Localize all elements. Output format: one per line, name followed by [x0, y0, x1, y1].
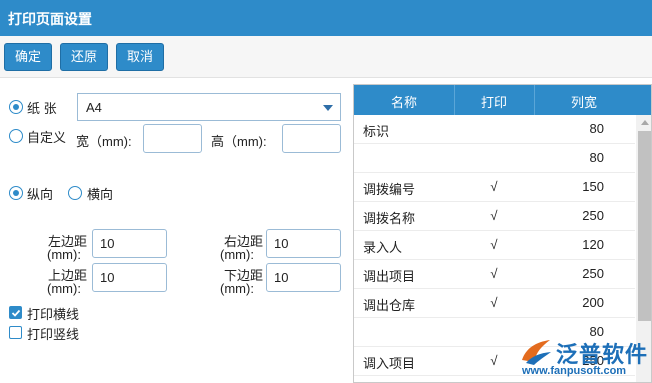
width-label: 宽（mm):	[76, 134, 132, 149]
left-margin-input[interactable]	[92, 229, 167, 258]
table-row[interactable]: 调出项目 √ 250	[354, 260, 635, 289]
row-print[interactable]: √	[454, 295, 534, 310]
row-print[interactable]: √	[454, 208, 534, 223]
scrollbar-thumb[interactable]	[638, 131, 651, 321]
print-vlines-label: 打印竖线	[27, 327, 80, 342]
row-width[interactable]: 250	[582, 208, 604, 223]
portrait-radio[interactable]	[9, 186, 23, 200]
custom-label: 自定义	[27, 130, 67, 145]
table-row[interactable]: 调出仓库 √ 200	[354, 289, 635, 318]
landscape-label: 横向	[87, 187, 114, 202]
table-row[interactable]: 80	[354, 144, 635, 173]
bottom-margin-input[interactable]	[266, 263, 341, 292]
height-label: 高（mm):	[211, 134, 267, 149]
row-print[interactable]: √	[454, 179, 534, 194]
row-width[interactable]: 250	[582, 266, 604, 281]
paper-radio[interactable]	[9, 100, 23, 114]
print-hlines-label: 打印横线	[27, 307, 80, 322]
table-header: 名称 打印 列宽	[354, 85, 651, 115]
right-margin-unit: (mm):	[220, 247, 254, 262]
scroll-up-arrow-icon[interactable]	[641, 120, 649, 125]
right-margin-input[interactable]	[266, 229, 341, 258]
portrait-label: 纵向	[27, 187, 54, 202]
table-row[interactable]: 调拨名称 √ 250	[354, 202, 635, 231]
row-name: 调出项目	[363, 269, 416, 284]
table-row[interactable]: 录入人 √ 120	[354, 231, 635, 260]
watermark: 泛普软件 www.fanpusoft.com	[508, 336, 652, 383]
row-width[interactable]: 80	[590, 150, 604, 165]
top-margin-unit: (mm):	[47, 281, 81, 296]
left-margin-unit: (mm):	[47, 247, 81, 262]
check-icon	[11, 309, 21, 317]
paper-label: 纸 张	[27, 101, 57, 116]
ok-button[interactable]: 确定	[4, 43, 52, 71]
paper-size-select[interactable]: A4	[77, 93, 341, 121]
custom-height-input[interactable]	[282, 124, 341, 153]
custom-width-input[interactable]	[143, 124, 202, 153]
landscape-radio[interactable]	[68, 186, 82, 200]
row-width[interactable]: 80	[590, 121, 604, 136]
row-name: 调入项目	[363, 356, 416, 371]
restore-button[interactable]: 还原	[60, 43, 108, 71]
bottom-margin-unit: (mm):	[220, 281, 254, 296]
row-name: 标识	[363, 124, 390, 139]
row-name: 调出仓库	[363, 298, 416, 313]
row-name: 调拨编号	[363, 182, 416, 197]
top-margin-input[interactable]	[92, 263, 167, 292]
row-width[interactable]: 120	[582, 237, 604, 252]
row-name: 调拨名称	[363, 211, 416, 226]
print-vlines-checkbox[interactable]	[9, 326, 22, 339]
chevron-down-icon	[323, 105, 333, 111]
row-print[interactable]: √	[454, 266, 534, 281]
table-row[interactable]: 调拨编号 √ 150	[354, 173, 635, 202]
watermark-url: www.fanpusoft.com	[522, 365, 627, 377]
column-header-width[interactable]: 列宽	[534, 92, 634, 111]
row-width[interactable]: 200	[582, 295, 604, 310]
toolbar: 确定 还原 取消	[0, 36, 652, 78]
row-name: 录入人	[363, 240, 403, 255]
print-hlines-checkbox[interactable]	[9, 306, 22, 319]
window-title: 打印页面设置	[8, 11, 92, 27]
column-header-print[interactable]: 打印	[454, 92, 534, 111]
row-print[interactable]: √	[454, 237, 534, 252]
fanpu-logo-icon	[522, 340, 551, 365]
row-width[interactable]: 150	[582, 179, 604, 194]
paper-size-value: A4	[86, 100, 102, 115]
column-header-name[interactable]: 名称	[354, 92, 454, 111]
table-row[interactable]: 标识 80	[354, 115, 635, 144]
cancel-button[interactable]: 取消	[116, 43, 164, 71]
custom-radio[interactable]	[9, 129, 23, 143]
title-bar: 打印页面设置	[0, 0, 652, 36]
